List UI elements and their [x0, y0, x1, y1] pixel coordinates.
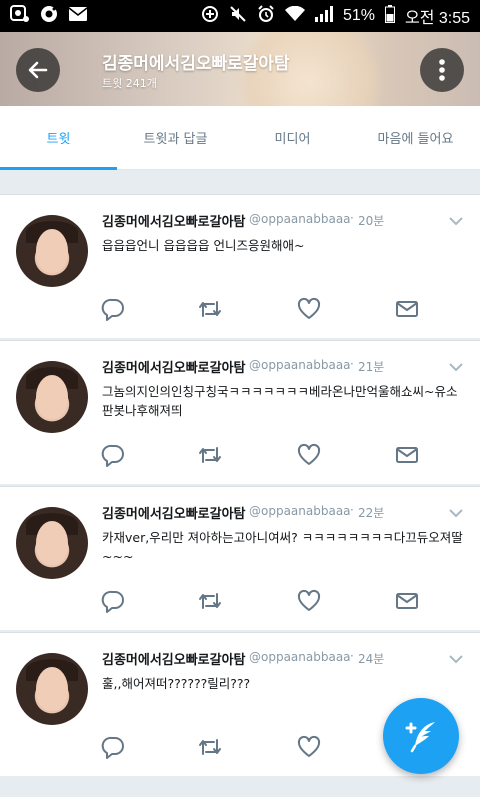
retweet-icon[interactable]: [197, 734, 223, 760]
envelope-icon[interactable]: [394, 588, 420, 614]
compose-feather-icon: [405, 722, 435, 753]
wifi-icon: [284, 5, 305, 26]
more-vertical-icon: [439, 59, 445, 81]
clock: 오전 3:55: [404, 10, 470, 27]
tweet-actions: [100, 588, 420, 616]
battery-icon: [384, 5, 395, 27]
tweet-separator: ·: [350, 503, 354, 517]
envelope-icon[interactable]: [394, 442, 420, 468]
avatar[interactable]: [16, 507, 88, 579]
tweet-author-handle: @oppaanabbaaa: [249, 650, 351, 664]
tweet-separator: ·: [350, 649, 354, 663]
retweet-icon[interactable]: [197, 296, 223, 322]
avatar[interactable]: [16, 361, 88, 433]
reply-icon[interactable]: [100, 442, 126, 468]
tweet-timestamp: 20분: [358, 214, 385, 228]
tab-tweets-and-replies[interactable]: 트윗과 답글: [117, 106, 234, 169]
camera-notification-icon: [40, 5, 58, 27]
battery-percent: 51%: [342, 7, 375, 24]
profile-header: 김종머에서김오빠로갈아탐 트윗 241개: [0, 32, 480, 106]
tweet-actions: [100, 734, 420, 762]
reply-icon[interactable]: [100, 296, 126, 322]
signal-icon: [314, 6, 333, 26]
mute-icon: [229, 5, 247, 27]
compose-tweet-button[interactable]: [383, 698, 459, 774]
heart-icon[interactable]: [296, 588, 322, 614]
chevron-down-icon[interactable]: [448, 507, 464, 519]
heart-icon[interactable]: [296, 734, 322, 760]
heart-icon[interactable]: [296, 442, 322, 468]
reply-icon[interactable]: [100, 588, 126, 614]
status-bar-left: [10, 5, 88, 27]
tab-media[interactable]: 미디어: [234, 106, 351, 169]
avatar[interactable]: [16, 215, 88, 287]
tweet-item[interactable]: 김종머에서김오빠로갈아탐 @oppaanabbaaa · 20분 읍읍읍언니 읍…: [0, 194, 480, 338]
tab-tweets[interactable]: 트윗: [0, 106, 117, 170]
data-saver-icon: [201, 5, 219, 27]
chevron-down-icon[interactable]: [448, 361, 464, 373]
tweet-author-name: 김종머에서김오빠로갈아탐: [102, 507, 246, 522]
back-button[interactable]: [16, 48, 60, 92]
tweet-author-handle: @oppaanabbaaa: [249, 358, 351, 372]
avatar[interactable]: [16, 653, 88, 725]
tweet-author-name: 김종머에서김오빠로갈아탐: [102, 361, 246, 376]
heart-icon[interactable]: [296, 296, 322, 322]
tweet-text: 그놈의지인의인칭구칭국ㅋㅋㅋㅋㅋㅋㅋ베라온나만억울해쇼씨~유소판봇나후해져띄: [102, 384, 458, 418]
tweet-author-handle: @oppaanabbaaa: [249, 504, 351, 518]
app-notification-icon: [10, 5, 30, 27]
tweet-text: 카재ver,우리만 져아하는고아니여써? ㅋㅋㅋㅋㅋㅋㅋㅋ다끄듀오져딸~~~: [102, 530, 463, 564]
profile-name: 김종머에서김오빠로갈아탐: [102, 54, 290, 74]
tweet-item[interactable]: 김종머에서김오빠로갈아탐 @oppaanabbaaa · 22분 카재ver,우…: [0, 486, 480, 630]
retweet-icon[interactable]: [197, 588, 223, 614]
alarm-icon: [257, 5, 275, 27]
envelope-icon[interactable]: [394, 296, 420, 322]
retweet-icon[interactable]: [197, 442, 223, 468]
tweet-actions: [100, 442, 420, 470]
reply-icon[interactable]: [100, 734, 126, 760]
status-bar-right: 51% 오전 3:55: [201, 4, 470, 28]
tweet-text: 읍읍읍언니 읍읍읍읍 언니즈응원해애~: [102, 238, 305, 253]
tweet-item[interactable]: 김종머에서김오빠로갈아탐 @oppaanabbaaa · 21분 그놈의지인의인…: [0, 340, 480, 484]
tweet-separator: ·: [350, 357, 354, 371]
tweet-text: 훌,,해어져떠??????릴리???: [102, 676, 251, 691]
tweet-author-handle: @oppaanabbaaa: [249, 212, 351, 226]
tweet-timestamp: 22분: [358, 506, 385, 520]
tweet-author-name: 김종머에서김오빠로갈아탐: [102, 215, 246, 230]
tweet-timestamp: 24분: [358, 652, 385, 666]
chevron-down-icon[interactable]: [448, 215, 464, 227]
status-bar: 51% 오전 3:55: [0, 0, 480, 32]
more-options-button[interactable]: [420, 48, 464, 92]
chevron-down-icon[interactable]: [448, 653, 464, 665]
tab-likes[interactable]: 마음에 들어요: [351, 106, 480, 169]
tweet-actions: [100, 296, 420, 324]
arrow-left-icon: [28, 61, 48, 79]
profile-tabs: 트윗 트윗과 답글 미디어 마음에 들어요: [0, 106, 480, 170]
tweet-count: 트윗 241개: [102, 77, 157, 90]
mail-notification-icon: [68, 6, 88, 26]
tweet-timestamp: 21분: [358, 360, 385, 374]
tweet-author-name: 김종머에서김오빠로갈아탐: [102, 653, 246, 668]
tweet-separator: ·: [350, 211, 354, 225]
